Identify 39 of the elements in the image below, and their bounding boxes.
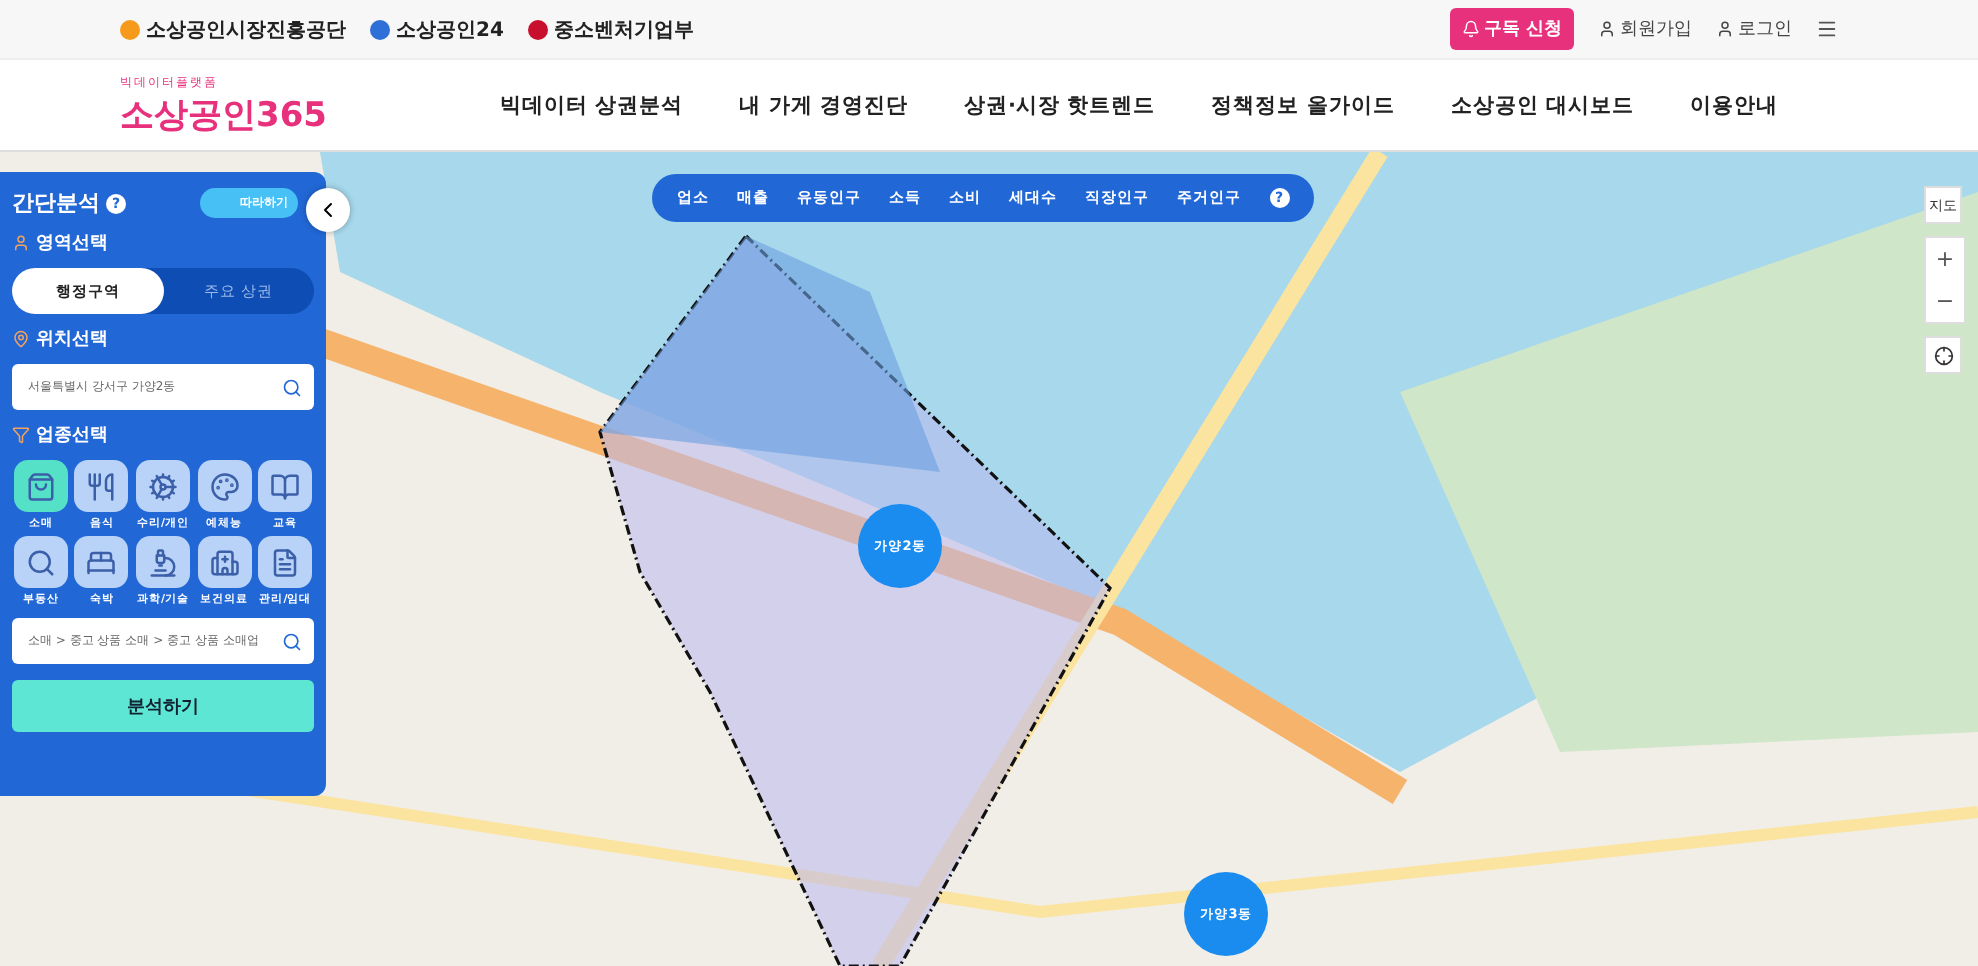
logo[interactable]: 소상공인365 [120,91,500,137]
industry-icon [25,471,56,501]
search-icon[interactable] [282,377,302,397]
filter-icon [12,426,30,444]
person-icon [12,234,30,252]
nav-link[interactable]: 이용안내 [1689,91,1778,119]
menu-icon[interactable] [1816,18,1838,40]
agency-link[interactable]: 소상공인24 [370,15,504,43]
industry-icon [270,547,301,577]
industry-icon [86,471,117,501]
bell-icon [1461,20,1480,38]
industry-icon [209,471,240,501]
nav-link[interactable]: 내 가게 경영진단 [739,91,908,119]
user-icon [1598,20,1616,38]
login-link[interactable]: 로그인 [1716,16,1792,42]
signup-link[interactable]: 회원가입 [1598,16,1692,42]
section-title: 업종선택 [36,424,108,448]
nav-link[interactable]: 빅데이터 상권분석 [500,91,684,119]
analyze-button[interactable]: 분석하기 [12,680,314,732]
section-title: 위치선택 [36,328,108,352]
nav-link[interactable]: 소상공인 대시보드 [1450,91,1634,119]
pin-icon [12,330,30,348]
user-icon [1716,20,1734,38]
industry-icon [270,471,301,501]
industry-icon [25,547,56,577]
search-icon[interactable] [282,631,302,651]
industry-icon [209,547,240,577]
crosshair-icon [1933,345,1953,365]
section-title: 영역선택 [36,232,108,256]
locate-button[interactable] [1924,336,1962,374]
subscribe-button[interactable]: 구독 신청 [1449,8,1574,50]
agency-link[interactable]: 중소벤처기업부 [527,15,694,43]
nav-link[interactable]: 상권·시장 핫트렌드 [963,91,1156,119]
nav-link[interactable]: 정책정보 올가이드 [1211,91,1395,119]
agency-link[interactable]: 소상공인시장진흥공단 [120,15,346,43]
panel-title: 간단분석 [12,188,100,218]
industry-icon [147,471,178,501]
industry-icon [86,547,117,577]
industry-icon [147,547,178,577]
